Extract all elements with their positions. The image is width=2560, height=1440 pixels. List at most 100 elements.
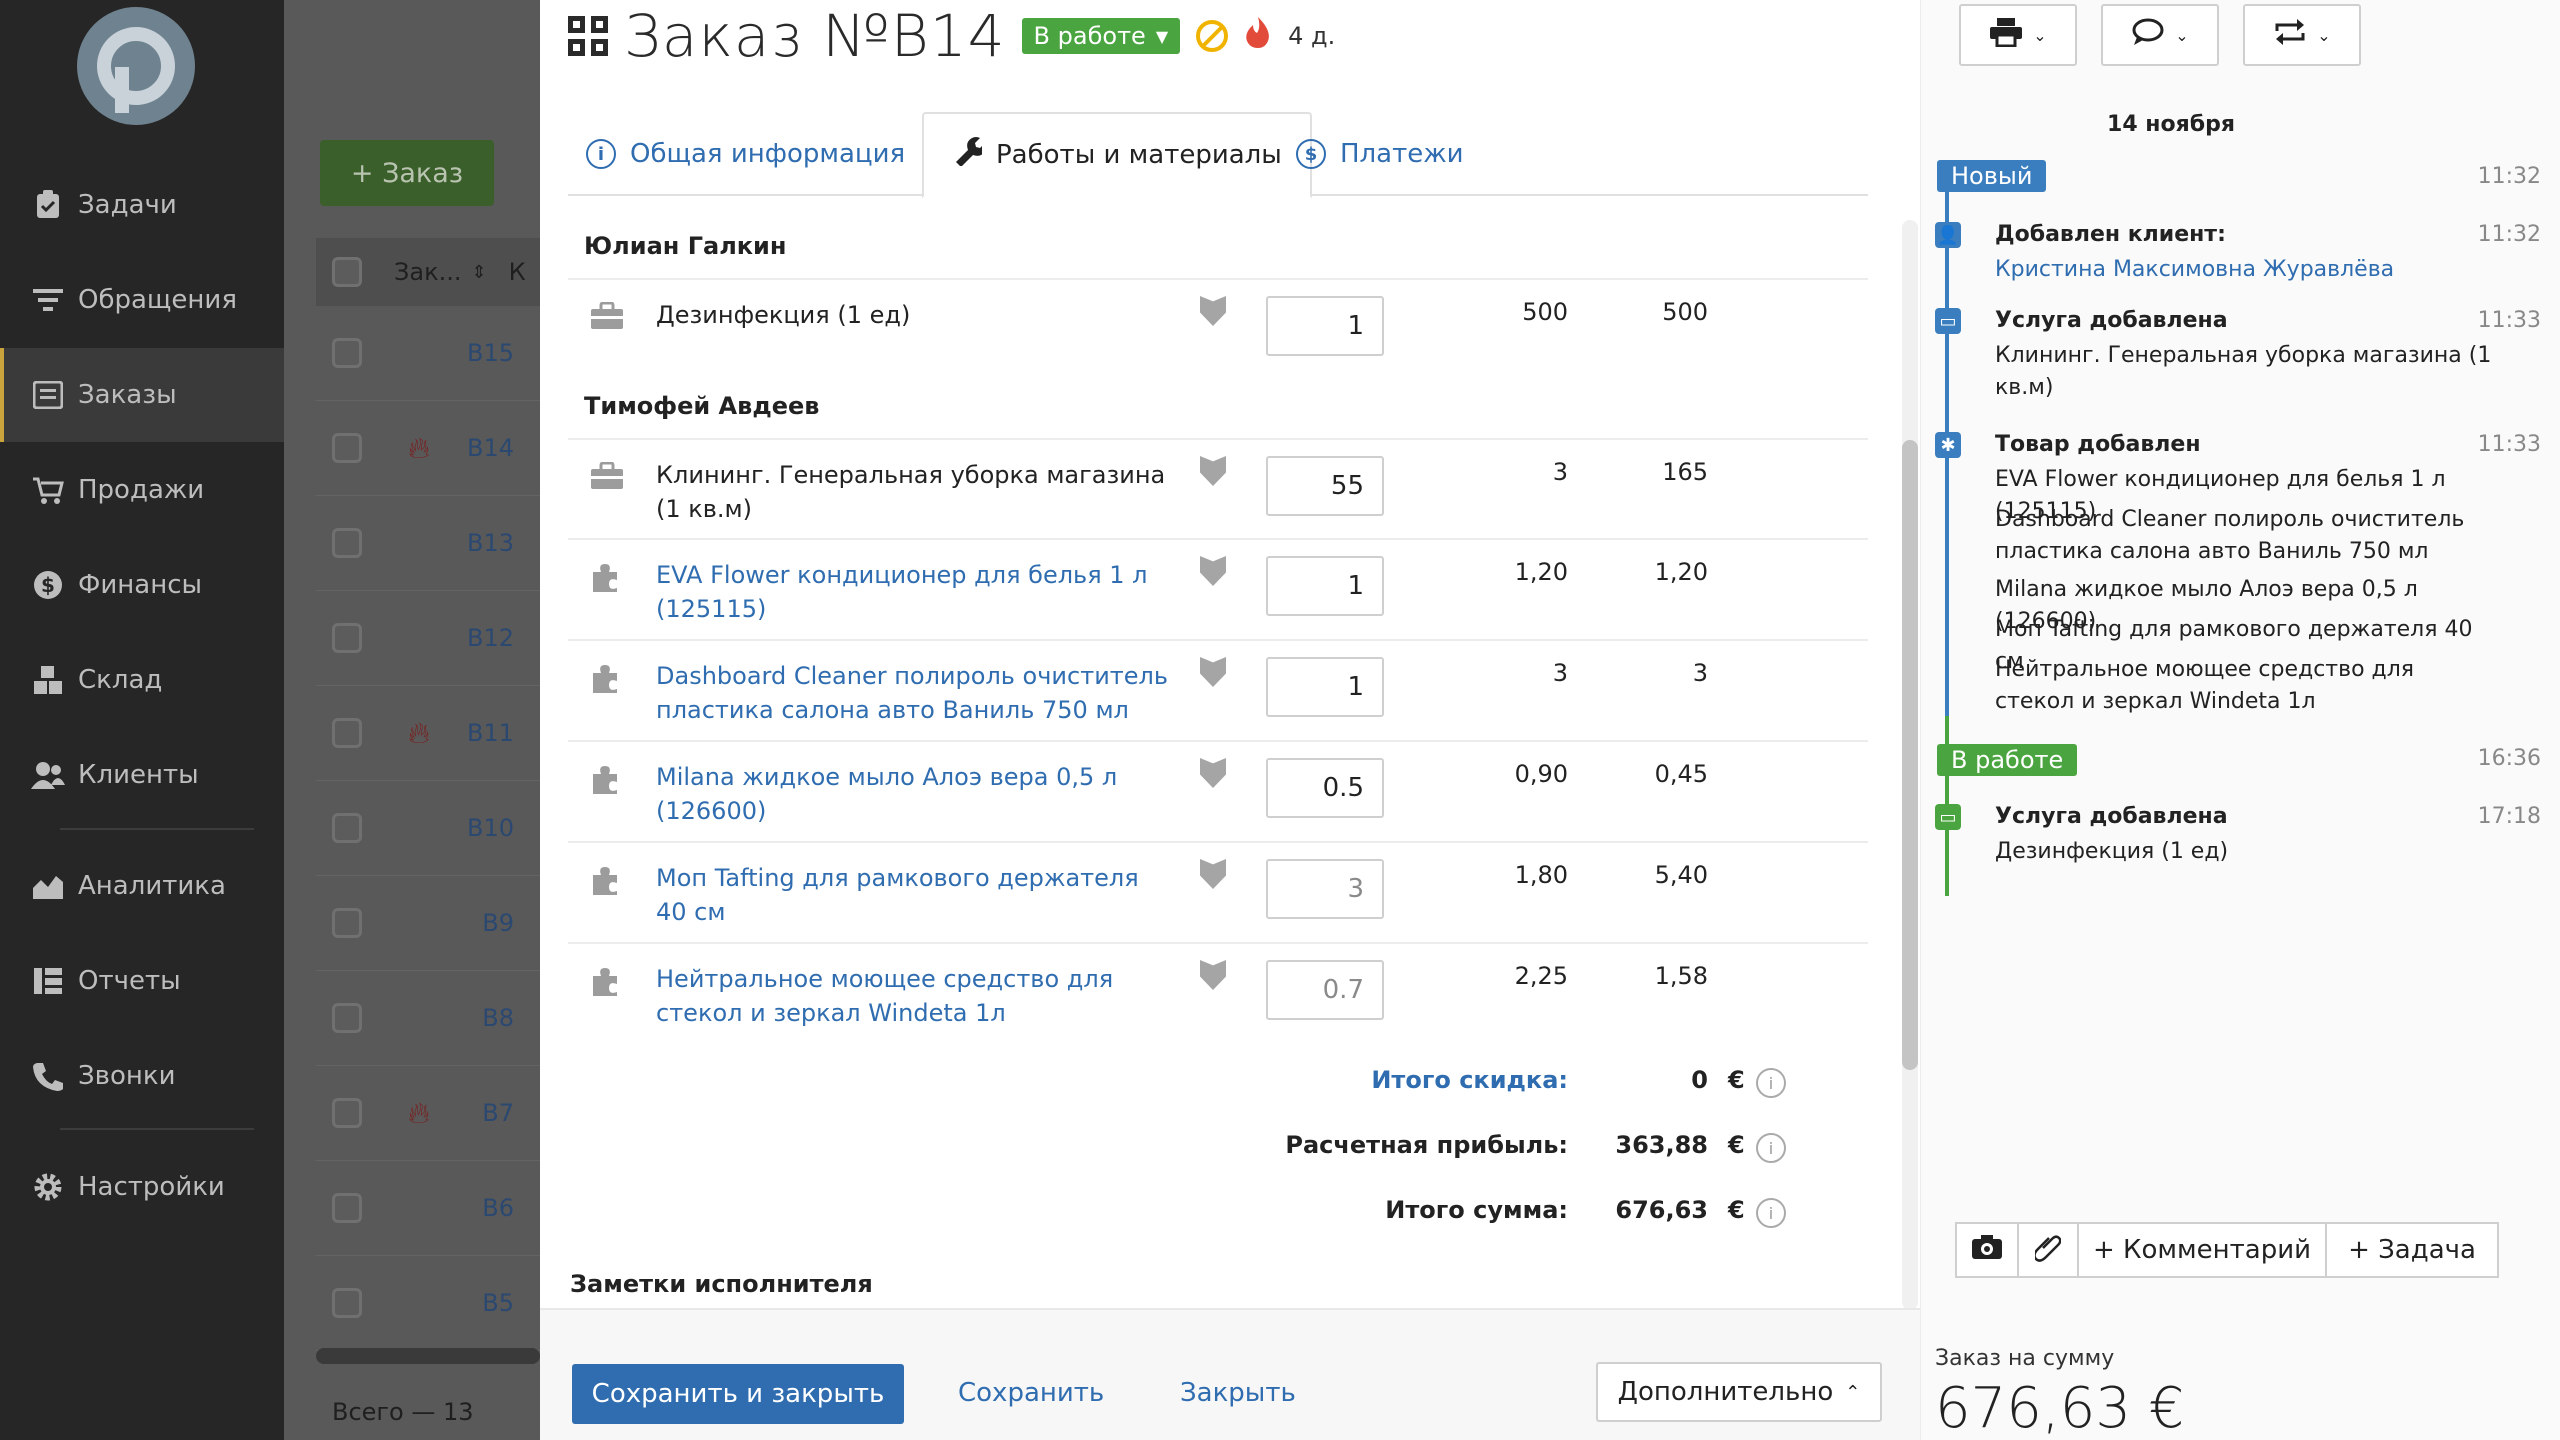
sidebar-item-clients[interactable]: Клиенты xyxy=(0,728,284,822)
more-dropdown-button[interactable]: Дополнительно ⌃ xyxy=(1596,1362,1882,1422)
chevron-up-icon: ⌃ xyxy=(1845,1381,1861,1403)
quantity-input[interactable]: 3 xyxy=(1266,859,1384,919)
transfer-dropdown-button[interactable]: ⌄ xyxy=(2243,4,2361,66)
row-checkbox[interactable] xyxy=(332,433,362,463)
add-task-button[interactable]: + Задача xyxy=(2327,1224,2497,1276)
horizontal-scrollbar[interactable] xyxy=(316,1348,540,1364)
table-row[interactable]: B9 xyxy=(316,876,540,971)
order-link[interactable]: B9 xyxy=(482,909,514,937)
print-dropdown-button[interactable]: ⌄ xyxy=(1959,4,2077,66)
info-icon[interactable]: i xyxy=(1756,1068,1786,1098)
order-link[interactable]: B7 xyxy=(482,1099,514,1127)
camera-button[interactable] xyxy=(1957,1224,2019,1276)
new-order-button[interactable]: + Заказ xyxy=(320,140,494,206)
qr-code-icon[interactable] xyxy=(568,16,608,56)
item-name[interactable]: Dashboard Cleaner полироль очиститель пл… xyxy=(656,659,1176,727)
quantity-input[interactable]: 0.7 xyxy=(1266,960,1384,1020)
sidebar-item-settings[interactable]: Настройки xyxy=(0,1140,284,1234)
table-row[interactable]: B6 xyxy=(316,1161,540,1256)
order-link[interactable]: B10 xyxy=(467,814,514,842)
item-name[interactable]: EVA Flower кондиционер для белья 1 л (12… xyxy=(656,558,1176,626)
sidebar-item-orders[interactable]: Заказы xyxy=(0,348,284,442)
sidebar-item-finance[interactable]: $ Финансы xyxy=(0,538,284,632)
row-checkbox[interactable] xyxy=(332,1193,362,1223)
row-checkbox[interactable] xyxy=(332,1098,362,1128)
quantity-input[interactable]: 1 xyxy=(1266,296,1384,356)
row-checkbox[interactable] xyxy=(332,813,362,843)
tab-general-info[interactable]: i Общая информация xyxy=(586,112,905,196)
row-checkbox[interactable] xyxy=(332,623,362,653)
order-link[interactable]: B12 xyxy=(467,624,514,652)
row-checkbox[interactable] xyxy=(332,1288,362,1318)
table-row[interactable]: B12 xyxy=(316,591,540,686)
row-checkbox[interactable] xyxy=(332,718,362,748)
sidebar-item-calls[interactable]: Звонки xyxy=(0,1029,284,1123)
quantity-input[interactable]: 1 xyxy=(1266,657,1384,717)
sidebar-item-label: Продажи xyxy=(78,475,205,505)
table-row[interactable]: B10 xyxy=(316,781,540,876)
order-link[interactable]: B11 xyxy=(467,719,514,747)
save-and-close-button[interactable]: Сохранить и закрыть xyxy=(572,1364,904,1424)
warranty-icon[interactable] xyxy=(1200,859,1226,889)
close-button[interactable]: Закрыть xyxy=(1180,1378,1296,1408)
order-link[interactable]: B8 xyxy=(482,1004,514,1032)
save-button[interactable]: Сохранить xyxy=(958,1378,1104,1408)
sidebar-item-label: Заказы xyxy=(78,380,177,410)
notes-title: Заметки исполнителя xyxy=(570,1270,873,1298)
warranty-icon[interactable] xyxy=(1200,960,1226,990)
table-row[interactable]: B15 xyxy=(316,306,540,401)
sidebar-item-warehouse[interactable]: Склад xyxy=(0,633,284,727)
order-link[interactable]: B14 xyxy=(467,434,514,462)
item-name[interactable]: Milana жидкое мыло Алоэ вера 0,5 л (1266… xyxy=(656,760,1176,828)
table-row[interactable]: 🔥︎ B7 xyxy=(316,1066,540,1161)
table-row[interactable]: 🔥︎ B14 xyxy=(316,401,540,496)
warranty-icon[interactable] xyxy=(1200,296,1226,326)
client-link[interactable]: Кристина Максимовна Журавлёва xyxy=(1995,254,2495,286)
orders-icon xyxy=(26,381,70,409)
column-order[interactable]: Зак... xyxy=(394,258,461,286)
row-checkbox[interactable] xyxy=(332,528,362,558)
sidebar-item-tasks[interactable]: Задачи xyxy=(0,158,284,252)
item-name[interactable]: Моп Tafting для рамкового держателя 40 с… xyxy=(656,861,1176,929)
vertical-scrollbar[interactable] xyxy=(1902,220,1918,1310)
item-name[interactable]: Нейтральное моющее средство для стекол и… xyxy=(656,962,1176,1030)
warranty-icon[interactable] xyxy=(1200,556,1226,586)
status-dropdown[interactable]: В работе ▼ xyxy=(1021,18,1181,54)
warranty-icon[interactable] xyxy=(1200,758,1226,788)
row-checkbox[interactable] xyxy=(332,1003,362,1033)
select-all-checkbox[interactable] xyxy=(332,257,362,287)
info-icon[interactable]: i xyxy=(1756,1198,1786,1228)
table-row[interactable]: B8 xyxy=(316,971,540,1066)
item-sum: 5,40 xyxy=(1654,861,1708,889)
tab-payments[interactable]: $ Платежи xyxy=(1296,112,1464,196)
table-row[interactable]: 🔥︎ B11 xyxy=(316,686,540,781)
table-row[interactable]: B5 xyxy=(316,1256,540,1351)
order-link[interactable]: B13 xyxy=(467,529,514,557)
sidebar-item-analytics[interactable]: Аналитика xyxy=(0,839,284,933)
quantity-input[interactable]: 0.5 xyxy=(1266,758,1384,818)
total-discount-label[interactable]: Итого скидка: xyxy=(1068,1066,1568,1094)
order-link[interactable]: B6 xyxy=(482,1194,514,1222)
sidebar-item-sales[interactable]: Продажи xyxy=(0,443,284,537)
sidebar-item-requests[interactable]: Обращения xyxy=(0,253,284,347)
quantity-input[interactable]: 55 xyxy=(1266,456,1384,516)
attach-button[interactable] xyxy=(2019,1224,2079,1276)
item-price: 0,90 xyxy=(1514,760,1568,788)
order-link[interactable]: B15 xyxy=(467,339,514,367)
message-dropdown-button[interactable]: ⌄ xyxy=(2101,4,2219,66)
warranty-icon[interactable] xyxy=(1200,456,1226,486)
add-comment-button[interactable]: + Комментарий xyxy=(2079,1224,2327,1276)
sidebar-item-reports[interactable]: Отчеты xyxy=(0,934,284,1028)
order-link[interactable]: B5 xyxy=(482,1289,514,1317)
row-checkbox[interactable] xyxy=(332,338,362,368)
item-name: Клининг. Генеральная уборка магазина (1 … xyxy=(656,461,1166,523)
scrollbar-thumb[interactable] xyxy=(1902,440,1918,1070)
app-logo[interactable] xyxy=(77,7,195,125)
info-icon[interactable]: i xyxy=(1756,1133,1786,1163)
total-sum-value: 676,63 xyxy=(1615,1196,1708,1224)
warranty-icon[interactable] xyxy=(1200,657,1226,687)
row-checkbox[interactable] xyxy=(332,908,362,938)
tab-works-materials[interactable]: Работы и материалы xyxy=(922,112,1312,198)
table-row[interactable]: B13 xyxy=(316,496,540,591)
quantity-input[interactable]: 1 xyxy=(1266,556,1384,616)
